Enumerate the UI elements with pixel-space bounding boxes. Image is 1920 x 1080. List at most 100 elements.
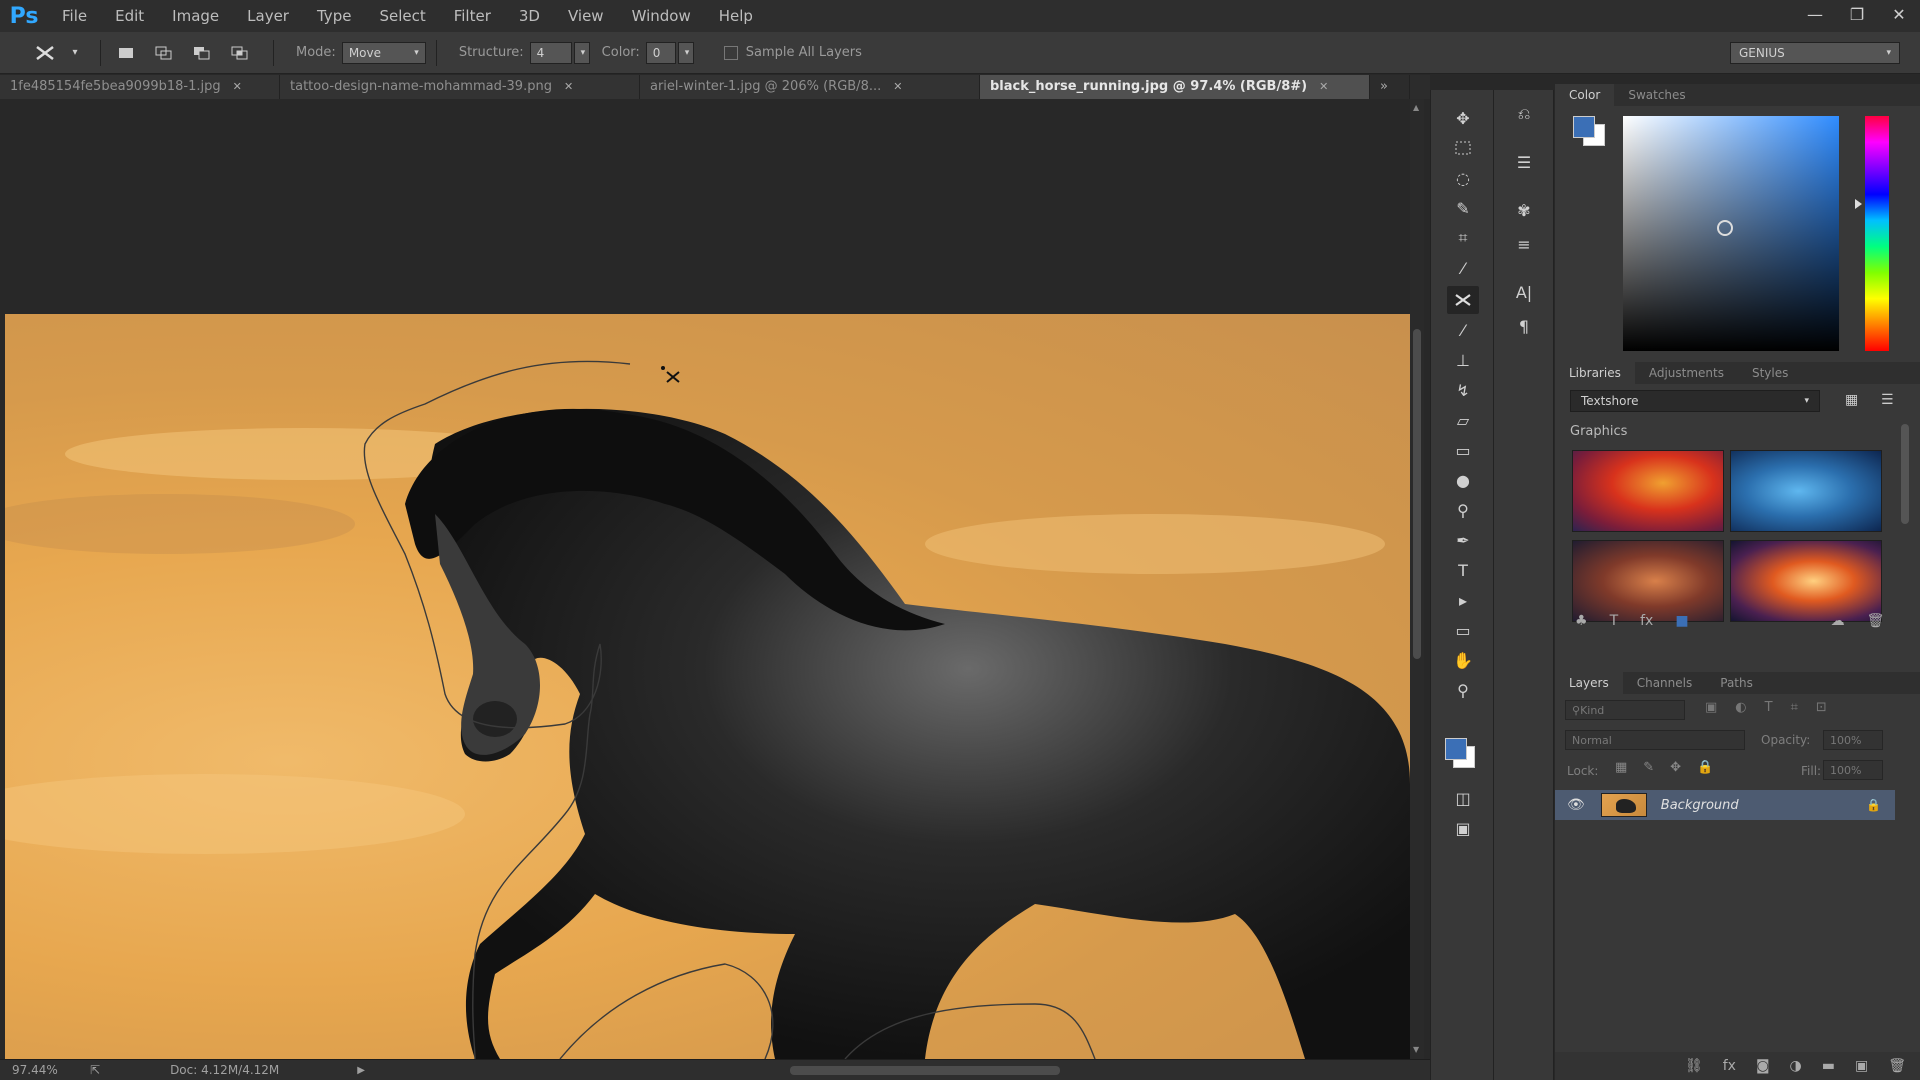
blur-tool-icon[interactable]: ●	[1447, 466, 1479, 494]
intersect-selection-icon[interactable]	[225, 40, 255, 66]
status-menu-icon[interactable]: ▶	[357, 1065, 365, 1076]
close-button[interactable]: ✕	[1878, 0, 1920, 28]
foreground-color-swatch[interactable]	[1445, 738, 1467, 760]
tab-document-3[interactable]: ariel-winter-1.jpg @ 206% (RGB/8... ✕	[640, 75, 980, 99]
hue-marker-icon[interactable]	[1855, 199, 1862, 209]
link-layers-icon[interactable]: ⛓	[1685, 1058, 1703, 1074]
library-select[interactable]: Textshore ▾	[1570, 390, 1820, 412]
menu-type[interactable]: Type	[303, 0, 365, 32]
scroll-down-icon[interactable]: ▼	[1413, 1045, 1419, 1054]
tab-swatches[interactable]: Swatches	[1614, 84, 1699, 106]
content-aware-move-tool-icon[interactable]	[30, 40, 60, 66]
scroll-up-icon[interactable]: ▲	[1413, 103, 1419, 112]
zoom-tool-icon[interactable]: ⚲	[1447, 676, 1479, 704]
sample-all-layers-checkbox[interactable]	[723, 45, 738, 60]
blend-mode-select[interactable]: Normal	[1565, 730, 1745, 750]
restore-button[interactable]: ❐	[1836, 0, 1878, 28]
vertical-scrollbar[interactable]: ▲ ▼	[1410, 99, 1424, 1059]
graphic-thumbnail-2[interactable]	[1730, 450, 1882, 532]
adjustment-layer-icon[interactable]: ◑	[1790, 1058, 1802, 1074]
libraries-scrollbar-thumb[interactable]	[1901, 424, 1909, 524]
color-picker-field[interactable]	[1623, 116, 1839, 351]
close-icon[interactable]: ✕	[564, 75, 573, 99]
tab-document-4-active[interactable]: black_horse_running.jpg @ 97.4% (RGB/8#)…	[980, 75, 1370, 99]
layer-filter-icons[interactable]: ▣◐T⌗⊡	[1705, 700, 1845, 715]
layer-name[interactable]: Background	[1661, 798, 1739, 813]
gradient-tool-icon[interactable]: ▭	[1447, 436, 1479, 464]
cloud-icon[interactable]: ☁	[1831, 613, 1845, 629]
tab-styles[interactable]: Styles	[1738, 362, 1802, 384]
tab-channels[interactable]: Channels	[1623, 672, 1707, 694]
marquee-tool-icon[interactable]	[1447, 134, 1479, 162]
rectangle-tool-icon[interactable]: ▭	[1447, 616, 1479, 644]
document-canvas[interactable]	[5, 314, 1410, 1059]
subtract-from-selection-icon[interactable]	[187, 40, 217, 66]
add-to-selection-icon[interactable]	[149, 40, 179, 66]
graphic-thumbnail-1[interactable]	[1572, 450, 1724, 532]
fill-input[interactable]: 100%	[1823, 760, 1883, 780]
picker-marker[interactable]	[1717, 220, 1733, 236]
screen-mode-icon[interactable]: ▣	[1447, 814, 1479, 842]
menu-file[interactable]: File	[48, 0, 101, 32]
layer-filter-kind[interactable]: ⚲ Kind	[1565, 700, 1685, 720]
properties-panel-icon[interactable]: ☰	[1508, 148, 1540, 176]
add-text-icon[interactable]: T	[1610, 613, 1619, 629]
add-style-icon[interactable]: fx	[1640, 613, 1653, 629]
zoom-level[interactable]: 97.44%	[12, 1063, 72, 1077]
mode-select[interactable]: Move ▾	[341, 41, 426, 64]
tab-paths[interactable]: Paths	[1706, 672, 1767, 694]
dodge-tool-icon[interactable]: ⚲	[1447, 496, 1479, 524]
menu-help[interactable]: Help	[705, 0, 767, 32]
delete-layer-icon[interactable]: 🗑	[1888, 1058, 1906, 1074]
tab-color[interactable]: Color	[1555, 84, 1615, 106]
hue-slider[interactable]	[1865, 116, 1889, 351]
opacity-input[interactable]: 100%	[1823, 730, 1883, 750]
tool-preset-chevron-icon[interactable]: ▾	[68, 40, 82, 66]
hand-tool-icon[interactable]: ✋	[1447, 646, 1479, 674]
brush-panel-icon[interactable]: ✾	[1508, 196, 1540, 224]
color-panel-foreground-swatch[interactable]	[1573, 116, 1595, 138]
path-selection-tool-icon[interactable]: ▸	[1447, 586, 1479, 614]
structure-chevron-icon[interactable]: ▾	[573, 41, 590, 64]
tab-layers[interactable]: Layers	[1555, 672, 1623, 694]
close-icon[interactable]: ✕	[893, 75, 902, 99]
tab-adjustments[interactable]: Adjustments	[1635, 362, 1738, 384]
type-tool-icon[interactable]: T	[1447, 556, 1479, 584]
pen-tool-icon[interactable]: ✒	[1447, 526, 1479, 554]
color-chevron-icon[interactable]: ▾	[677, 41, 694, 64]
eyedropper-tool-icon[interactable]: ⁄	[1447, 254, 1479, 282]
quick-selection-tool-icon[interactable]: ✎	[1447, 194, 1479, 222]
close-icon[interactable]: ✕	[233, 75, 242, 99]
menu-view[interactable]: View	[554, 0, 618, 32]
lasso-tool-icon[interactable]: ◌	[1447, 164, 1479, 192]
structure-input[interactable]: 4	[529, 41, 572, 64]
layer-row-background[interactable]: 👁 Background 🔒	[1555, 790, 1895, 820]
brush-presets-icon[interactable]: ≡	[1508, 230, 1540, 258]
menu-image[interactable]: Image	[158, 0, 233, 32]
character-panel-icon[interactable]: A|	[1508, 278, 1540, 306]
move-tool-icon[interactable]: ✥	[1447, 104, 1479, 132]
more-tabs-icon[interactable]: »	[1370, 75, 1410, 99]
grid-view-icon[interactable]: ▦	[1845, 392, 1858, 408]
add-color-icon[interactable]: ■	[1675, 613, 1688, 629]
workspace-select[interactable]: GENIUS ▾	[1730, 42, 1900, 64]
color-input[interactable]: 0	[645, 41, 676, 64]
list-view-icon[interactable]: ☰	[1881, 392, 1894, 408]
history-panel-icon[interactable]: ⎌	[1508, 100, 1540, 128]
visibility-eye-icon[interactable]: 👁	[1567, 797, 1585, 813]
menu-filter[interactable]: Filter	[440, 0, 505, 32]
layer-style-icon[interactable]: fx	[1723, 1058, 1736, 1074]
menu-layer[interactable]: Layer	[233, 0, 303, 32]
new-group-icon[interactable]: ▬	[1822, 1058, 1835, 1074]
menu-3d[interactable]: 3D	[505, 0, 554, 32]
add-graphic-icon[interactable]: ♣	[1575, 613, 1588, 629]
paragraph-panel-icon[interactable]: ¶	[1508, 312, 1540, 340]
eraser-tool-icon[interactable]: ▱	[1447, 406, 1479, 434]
menu-select[interactable]: Select	[365, 0, 439, 32]
history-brush-tool-icon[interactable]: ↯	[1447, 376, 1479, 404]
close-icon[interactable]: ✕	[1319, 75, 1328, 99]
menu-window[interactable]: Window	[618, 0, 705, 32]
new-selection-icon[interactable]	[111, 40, 141, 66]
tab-libraries[interactable]: Libraries	[1555, 362, 1635, 384]
add-mask-icon[interactable]: ◙	[1756, 1058, 1770, 1074]
